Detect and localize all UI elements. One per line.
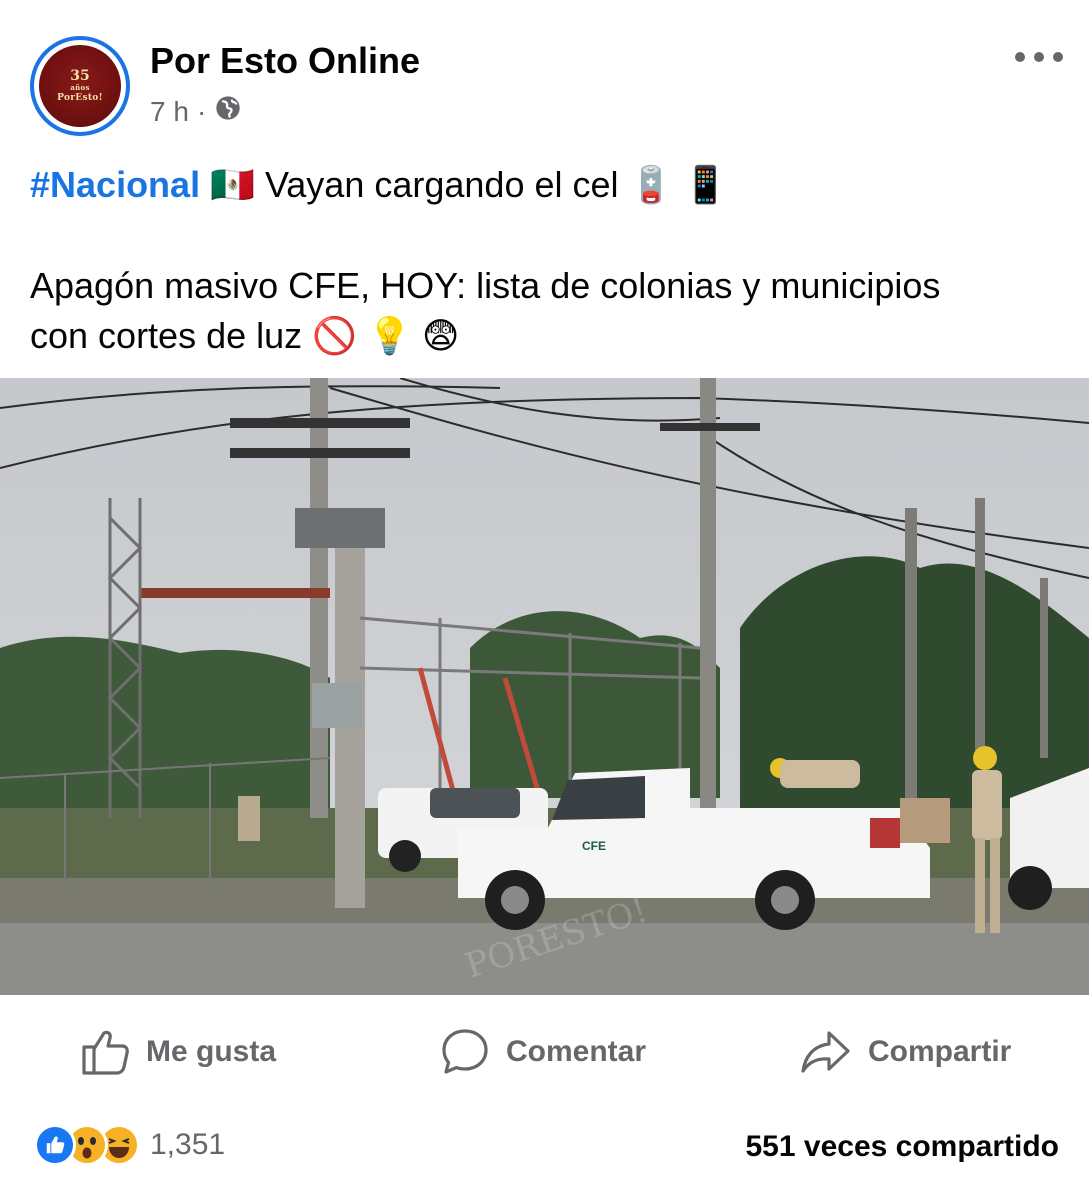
avatar-brand: PorEsto! [57, 93, 103, 103]
share-button[interactable]: Compartir [800, 1024, 1011, 1080]
post-meta: 7 h · [150, 94, 242, 129]
action-bar: Me gusta Comentar Compartir [0, 1010, 1089, 1096]
avatar-number: 35 [70, 68, 90, 84]
share-count[interactable]: 551 veces compartido [746, 1130, 1060, 1164]
comment-icon [440, 1027, 490, 1077]
mexico-flag-emoji: 🇲🇽 [210, 165, 255, 206]
more-dot [1034, 52, 1044, 62]
light-bulb-emoji: 💡 [367, 316, 412, 357]
post-stats: 1,351 551 veces compartido [0, 1110, 1089, 1180]
globe-icon [214, 94, 242, 129]
post-line-3-text: con cortes de luz [30, 315, 303, 356]
like-label: Me gusta [146, 1035, 277, 1068]
reactions-summary[interactable]: 1,351 [34, 1124, 225, 1166]
post-photo[interactable]: CFE PORESTO! [0, 378, 1089, 995]
post-line-1: #Nacional 🇲🇽 Vayan cargando el cel 🪫 📱 [30, 160, 1060, 211]
fearful-face-emoji: 😨 [421, 316, 460, 357]
share-label: Compartir [868, 1035, 1012, 1068]
more-dot [1015, 52, 1025, 62]
post-line-2: Apagón masivo CFE, HOY: lista de colonia… [30, 265, 941, 306]
hashtag-link[interactable]: #Nacional [30, 164, 200, 205]
thumbs-up-icon [80, 1027, 130, 1077]
truck-logo-text: CFE [582, 839, 606, 853]
post-time[interactable]: 7 h [150, 96, 189, 128]
reaction-count[interactable]: 1,351 [150, 1128, 225, 1162]
share-arrow-icon [800, 1027, 852, 1077]
avatar-logo: 35 años PorEsto! [39, 45, 121, 127]
avatar-number-suffix: años [70, 83, 90, 92]
post-line-1-text: Vayan cargando el cel [264, 164, 619, 205]
mobile-phone-emoji: 📱 [683, 165, 729, 206]
like-icon [34, 1124, 76, 1166]
more-options-icon[interactable] [1015, 50, 1063, 64]
more-dot [1053, 52, 1063, 62]
prohibited-emoji: 🚫 [312, 316, 357, 357]
page-name[interactable]: Por Esto Online [150, 40, 420, 82]
comment-button[interactable]: Comentar [440, 1024, 646, 1080]
meta-separator: · [196, 95, 207, 127]
low-battery-emoji: 🪫 [628, 165, 674, 206]
like-button[interactable]: Me gusta [80, 1024, 276, 1080]
post-line-3: con cortes de luz 🚫 💡 😨 [30, 311, 1060, 362]
page-avatar[interactable]: 35 años PorEsto! [30, 36, 130, 136]
post-header: 35 años PorEsto! Por Esto Online 7 h · [0, 0, 1089, 150]
comment-label: Comentar [506, 1035, 647, 1068]
post-text: #Nacional 🇲🇽 Vayan cargando el cel 🪫 📱 A… [30, 160, 1060, 362]
